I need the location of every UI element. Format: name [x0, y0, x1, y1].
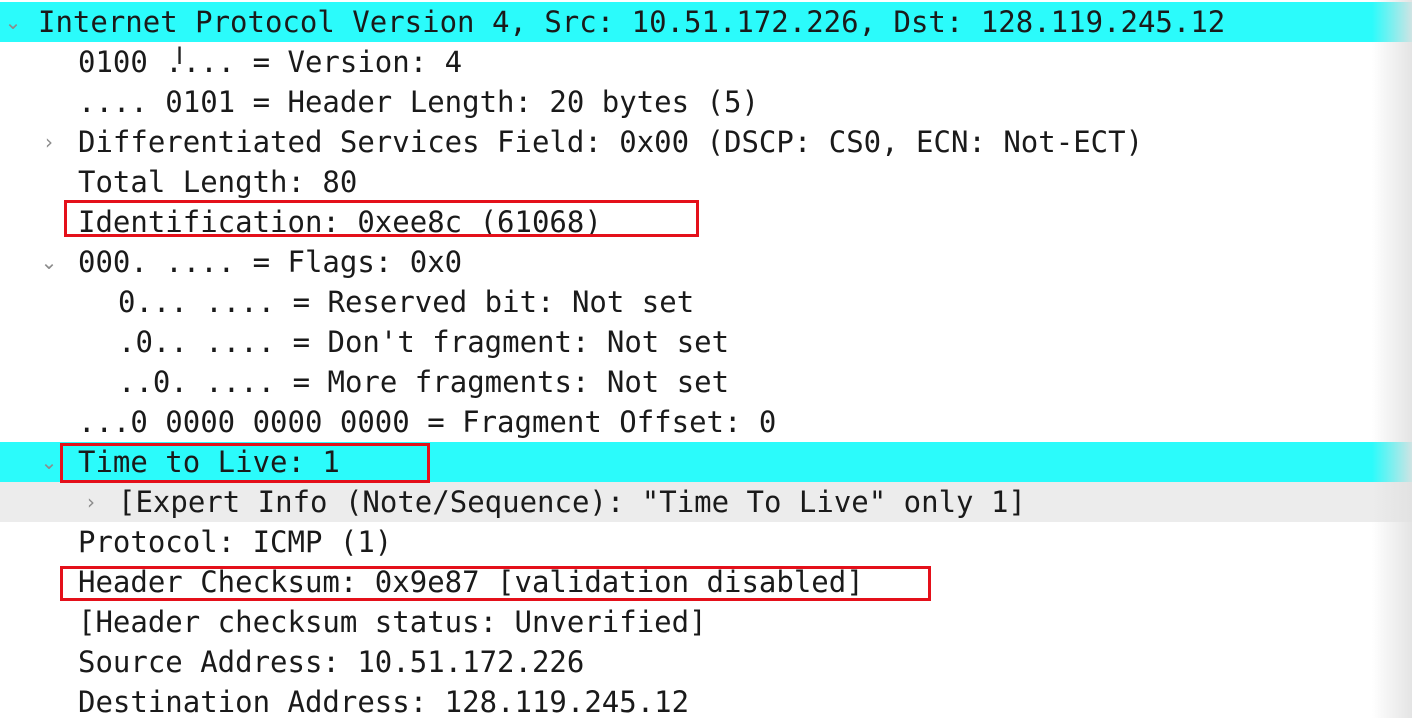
tree-row-reserved-bit[interactable]: 0... .... = Reserved bit: Not set	[0, 282, 1412, 322]
tree-row-label: Identification: 0xee8c (61068)	[78, 205, 602, 239]
tree-row-label: 000. .... = Flags: 0x0	[78, 245, 463, 279]
tree-row-identification[interactable]: Identification: 0xee8c (61068)	[0, 202, 1412, 242]
tree-row-ipv4-header[interactable]: ⌄ Internet Protocol Version 4, Src: 10.5…	[0, 2, 1412, 42]
tree-row-flags[interactable]: ⌄ 000. .... = Flags: 0x0	[0, 242, 1412, 282]
tree-row-label: 0100 .... = Version: 4	[78, 45, 463, 79]
text-cursor-icon: I	[176, 42, 184, 70]
tree-row-label: Internet Protocol Version 4, Src: 10.51.…	[38, 5, 1226, 39]
tree-row-label: Header Checksum: 0x9e87 [validation disa…	[78, 565, 864, 599]
tree-row-label: Differentiated Services Field: 0x00 (DSC…	[78, 125, 1144, 159]
chevron-down-icon[interactable]: ⌄	[2, 2, 24, 42]
tree-row-version[interactable]: 0100 .... = Version: 4	[0, 42, 1412, 82]
chevron-right-icon[interactable]: ›	[80, 482, 102, 522]
chevron-right-icon[interactable]: ›	[38, 122, 60, 162]
tree-row-label: .0.. .... = Don't fragment: Not set	[118, 325, 730, 359]
tree-row-ttl[interactable]: ⌄ Time to Live: 1	[0, 442, 1412, 482]
tree-row-label: Total Length: 80	[78, 165, 358, 199]
tree-row-total-length[interactable]: Total Length: 80	[0, 162, 1412, 202]
tree-row-label: ...0 0000 0000 0000 = Fragment Offset: 0	[78, 405, 777, 439]
scrollbar-track[interactable]	[1372, 0, 1412, 718]
chevron-down-icon[interactable]: ⌄	[38, 242, 60, 282]
tree-row-fragment-offset[interactable]: ...0 0000 0000 0000 = Fragment Offset: 0	[0, 402, 1412, 442]
tree-row-dont-fragment[interactable]: .0.. .... = Don't fragment: Not set	[0, 322, 1412, 362]
tree-row-destination-address[interactable]: Destination Address: 128.119.245.12	[0, 682, 1412, 718]
tree-row-dsfield[interactable]: › Differentiated Services Field: 0x00 (D…	[0, 122, 1412, 162]
tree-row-more-fragments[interactable]: ..0. .... = More fragments: Not set	[0, 362, 1412, 402]
tree-row-source-address[interactable]: Source Address: 10.51.172.226	[0, 642, 1412, 682]
tree-row-checksum-status[interactable]: [Header checksum status: Unverified]	[0, 602, 1412, 642]
tree-row-label: Destination Address: 128.119.245.12	[78, 685, 690, 718]
tree-row-label: Time to Live: 1	[78, 445, 340, 479]
tree-row-header-checksum[interactable]: Header Checksum: 0x9e87 [validation disa…	[0, 562, 1412, 602]
tree-row-label: .... 0101 = Header Length: 20 bytes (5)	[78, 85, 759, 119]
tree-row-label: ..0. .... = More fragments: Not set	[118, 365, 730, 399]
tree-row-header-length[interactable]: .... 0101 = Header Length: 20 bytes (5)	[0, 82, 1412, 122]
tree-row-label: 0... .... = Reserved bit: Not set	[118, 285, 695, 319]
tree-row-label: [Header checksum status: Unverified]	[78, 605, 707, 639]
tree-row-label: [Expert Info (Note/Sequence): "Time To L…	[118, 485, 1026, 519]
tree-row-expert-info[interactable]: › [Expert Info (Note/Sequence): "Time To…	[0, 482, 1412, 522]
tree-row-label: Protocol: ICMP (1)	[78, 525, 393, 559]
chevron-down-icon[interactable]: ⌄	[38, 442, 60, 482]
tree-row-label: Source Address: 10.51.172.226	[78, 645, 585, 679]
packet-details-tree: ⌄ Internet Protocol Version 4, Src: 10.5…	[0, 0, 1412, 718]
tree-row-protocol[interactable]: Protocol: ICMP (1)	[0, 522, 1412, 562]
